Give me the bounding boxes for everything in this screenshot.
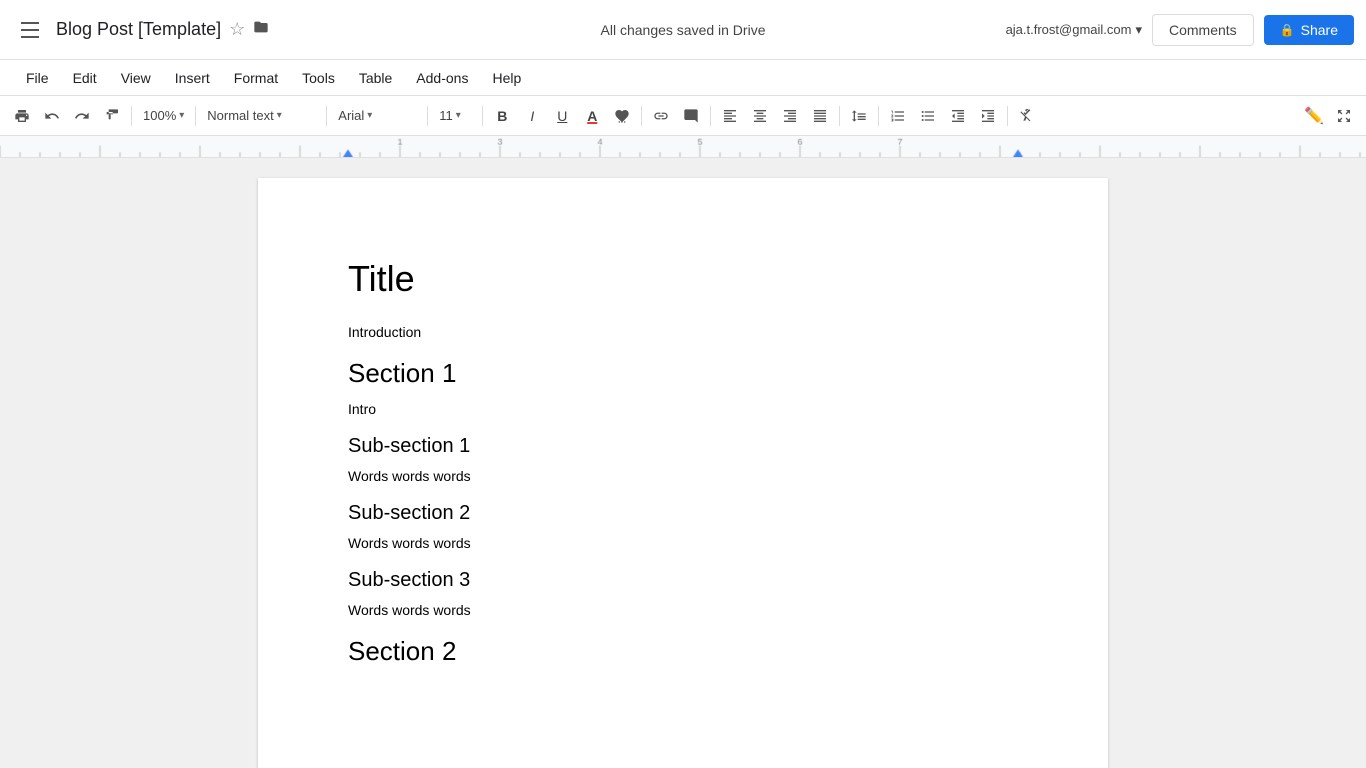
undo-button[interactable] (38, 102, 66, 130)
subsection1-body[interactable]: Words words words (348, 468, 1018, 484)
bulleted-list-button[interactable] (914, 102, 942, 130)
section1-intro[interactable]: Intro (348, 401, 1018, 417)
increase-indent-button[interactable] (974, 102, 1002, 130)
style-dropdown[interactable]: Normal text ▾ (201, 102, 321, 130)
app-menu-icon[interactable] (12, 12, 48, 48)
font-dropdown[interactable]: Arial ▾ (332, 102, 422, 130)
saved-status: All changes saved in Drive (601, 22, 766, 38)
redo-button[interactable] (68, 102, 96, 130)
line-spacing-button[interactable] (845, 102, 873, 130)
menu-edit[interactable]: Edit (63, 66, 107, 90)
toolbar-separator-8 (839, 106, 840, 126)
top-bar: Blog Post [Template] ☆ All changes saved… (0, 0, 1366, 60)
doc-title[interactable]: Blog Post [Template] (56, 19, 221, 40)
subsection2-body[interactable]: Words words words (348, 535, 1018, 551)
link-button[interactable] (647, 102, 675, 130)
lock-icon: 🔒 (1280, 23, 1295, 37)
document-area[interactable]: Title Introduction Section 1 Intro Sub-s… (0, 158, 1366, 768)
menu-insert[interactable]: Insert (165, 66, 220, 90)
menu-table[interactable]: Table (349, 66, 402, 90)
document-page[interactable]: Title Introduction Section 1 Intro Sub-s… (258, 178, 1108, 768)
subsection1-heading[interactable]: Sub-section 1 (348, 435, 1018, 458)
align-right-button[interactable] (776, 102, 804, 130)
fontsize-dropdown[interactable]: 11 ▾ (433, 102, 477, 130)
menu-help[interactable]: Help (482, 66, 531, 90)
toolbar-separator-2 (195, 106, 196, 126)
pen-button[interactable]: ✏️ (1300, 102, 1328, 130)
menu-view[interactable]: View (111, 66, 161, 90)
bold-button[interactable]: B (488, 102, 516, 130)
text-color-button[interactable]: A (578, 102, 606, 130)
ruler-canvas (0, 136, 1366, 157)
zoom-dropdown[interactable]: 100% ▾ (137, 102, 190, 130)
toolbar-separator-4 (427, 106, 428, 126)
align-left-button[interactable] (716, 102, 744, 130)
align-justify-button[interactable] (806, 102, 834, 130)
align-center-button[interactable] (746, 102, 774, 130)
menu-tools[interactable]: Tools (292, 66, 345, 90)
section2-heading[interactable]: Section 2 (348, 636, 1018, 667)
toolbar-separator-6 (641, 106, 642, 126)
comments-button[interactable]: Comments (1152, 14, 1254, 46)
share-button[interactable]: 🔒 Share (1264, 15, 1354, 45)
subsection3-body[interactable]: Words words words (348, 602, 1018, 618)
section1-heading[interactable]: Section 1 (348, 358, 1018, 389)
toolbar-separator-5 (482, 106, 483, 126)
toolbar-separator-1 (131, 106, 132, 126)
user-dropdown-arrow: ▾ (1135, 22, 1142, 38)
top-right-actions: aja.t.frost@gmail.com ▾ Comments 🔒 Share (1006, 14, 1354, 46)
numbered-list-button[interactable] (884, 102, 912, 130)
italic-button[interactable]: I (518, 102, 546, 130)
print-button[interactable] (8, 102, 36, 130)
menu-file[interactable]: File (16, 66, 59, 90)
toolbar-separator-9 (878, 106, 879, 126)
clear-formatting-button[interactable] (1013, 102, 1041, 130)
subsection2-heading[interactable]: Sub-section 2 (348, 502, 1018, 525)
subsection3-heading[interactable]: Sub-section 3 (348, 569, 1018, 592)
document-title[interactable]: Title (348, 258, 1018, 300)
menu-bar: File Edit View Insert Format Tools Table… (0, 60, 1366, 96)
expand-button[interactable] (1330, 102, 1358, 130)
decrease-indent-button[interactable] (944, 102, 972, 130)
toolbar: 100% ▾ Normal text ▾ Arial ▾ 11 ▾ B I U … (0, 96, 1366, 136)
paint-format-button[interactable] (98, 102, 126, 130)
introduction-text[interactable]: Introduction (348, 324, 1018, 340)
toolbar-separator-3 (326, 106, 327, 126)
highlight-button[interactable] (608, 102, 636, 130)
menu-format[interactable]: Format (224, 66, 288, 90)
toolbar-separator-10 (1007, 106, 1008, 126)
user-email[interactable]: aja.t.frost@gmail.com ▾ (1006, 22, 1142, 38)
doc-title-area: Blog Post [Template] ☆ (56, 19, 1006, 40)
ruler (0, 136, 1366, 158)
comment-button[interactable] (677, 102, 705, 130)
underline-button[interactable]: U (548, 102, 576, 130)
folder-icon[interactable] (253, 19, 269, 40)
star-icon[interactable]: ☆ (229, 19, 245, 40)
menu-addons[interactable]: Add-ons (406, 66, 478, 90)
toolbar-separator-7 (710, 106, 711, 126)
